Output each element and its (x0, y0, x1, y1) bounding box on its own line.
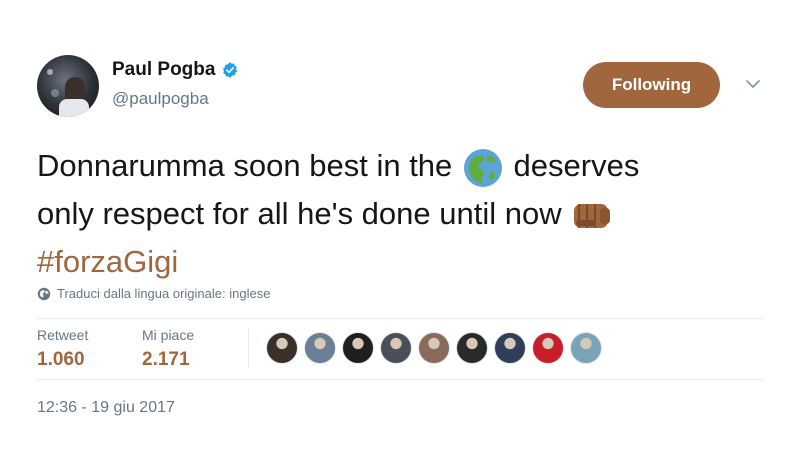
user-name-text: Paul Pogba (112, 59, 216, 80)
globe-americas-emoji-icon (463, 148, 502, 187)
stats-separator (248, 328, 249, 368)
avatar[interactable] (37, 55, 99, 117)
likes-label: Mi piace (142, 327, 195, 343)
following-button[interactable]: Following (583, 62, 720, 108)
liker-avatars (266, 332, 608, 364)
user-name[interactable]: Paul Pogba (112, 59, 239, 81)
avatar-detail (59, 99, 89, 117)
verified-badge-icon (223, 62, 238, 78)
liker-avatar[interactable] (266, 332, 298, 364)
liker-avatar[interactable] (342, 332, 374, 364)
retweet-label: Retweet (37, 327, 89, 343)
oncoming-fist-emoji-icon (574, 203, 611, 228)
likes-stat[interactable]: Mi piace 2.171 (142, 327, 194, 371)
globe-icon (37, 287, 51, 300)
user-handle[interactable]: @paulpogba (112, 89, 209, 109)
tweet-line-2: only respect for all he's done until now (37, 190, 777, 238)
liker-avatar[interactable] (304, 332, 336, 364)
tweet-text-segment: only respect for all he's done until now (37, 196, 562, 231)
retweet-count: 1.060 (37, 349, 85, 370)
tweet-text-segment: Donnarumma soon best in the (37, 148, 453, 183)
retweet-stat[interactable]: Retweet 1.060 (37, 327, 88, 371)
avatar-detail (51, 89, 59, 97)
tweet-line-1: Donnarumma soon best in the deserves (37, 142, 777, 190)
tweet-text-segment: deserves (513, 148, 640, 183)
hashtag-link[interactable]: #forzaGigi (37, 244, 178, 279)
likes-count: 2.171 (142, 349, 190, 370)
translate-label: Traduci dalla lingua originale: inglese (57, 286, 271, 301)
tweet-line-3: #forzaGigi (37, 238, 777, 286)
avatar-detail (47, 69, 53, 75)
liker-avatar[interactable] (380, 332, 412, 364)
liker-avatar[interactable] (532, 332, 564, 364)
liker-avatar[interactable] (494, 332, 526, 364)
tweet-timestamp[interactable]: 12:36 - 19 giu 2017 (37, 399, 175, 417)
translate-link[interactable]: Traduci dalla lingua originale: inglese (37, 286, 270, 301)
liker-avatar[interactable] (570, 332, 602, 364)
liker-avatar[interactable] (418, 332, 450, 364)
chevron-down-icon[interactable] (745, 78, 761, 90)
divider (37, 379, 764, 380)
tweet-text: Donnarumma soon best in the deserves onl… (37, 142, 777, 286)
liker-avatar[interactable] (456, 332, 488, 364)
divider (37, 318, 764, 319)
